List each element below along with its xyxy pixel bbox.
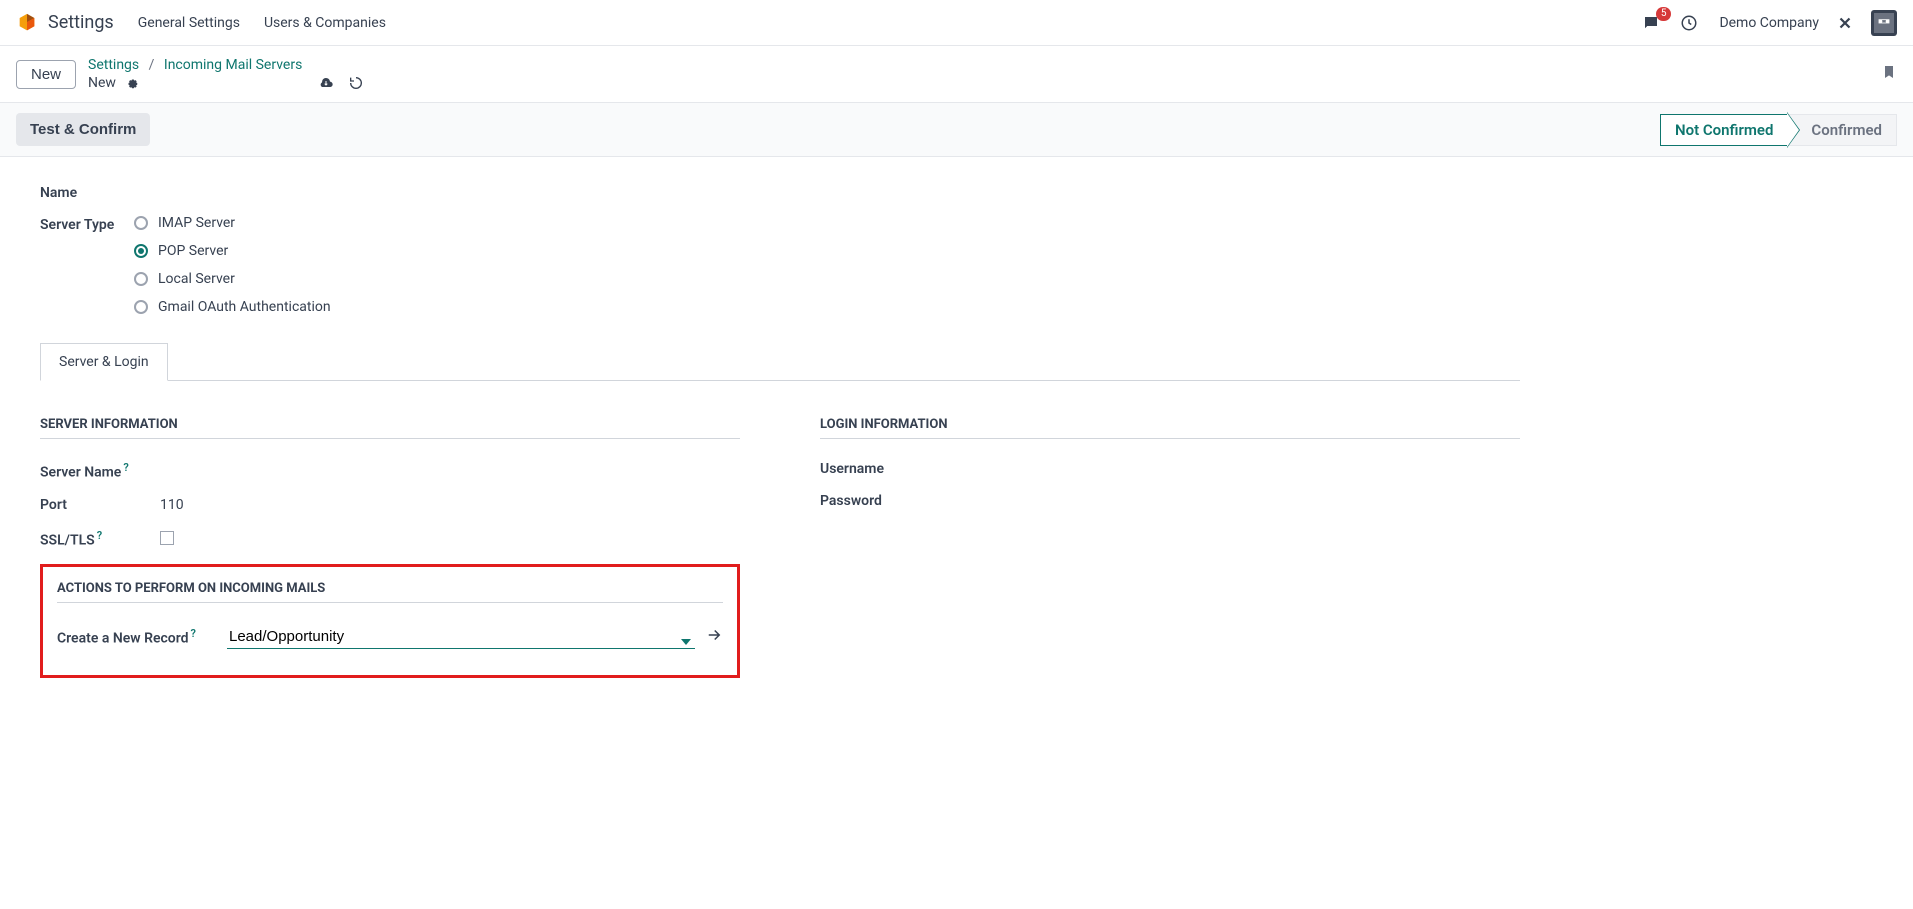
clock-icon[interactable] [1677, 11, 1701, 35]
help-icon[interactable]: ? [123, 461, 128, 474]
server-name-label: Server Name? [40, 461, 160, 481]
menu-general-settings[interactable]: General Settings [138, 15, 240, 31]
breadcrumb: Settings / Incoming Mail Servers New [88, 56, 364, 92]
radio-icon [134, 244, 148, 258]
arrow-right-icon[interactable] [705, 626, 723, 649]
help-icon[interactable]: ? [97, 529, 102, 542]
ssl-checkbox[interactable] [160, 531, 174, 545]
new-button[interactable]: New [16, 60, 76, 89]
radio-local[interactable]: Local Server [134, 271, 331, 287]
chevron-down-icon[interactable] [681, 631, 691, 649]
radio-pop[interactable]: POP Server [134, 243, 331, 259]
crumb-current: New [88, 74, 116, 92]
menu-users-companies[interactable]: Users & Companies [264, 15, 386, 31]
status-confirmed[interactable]: Confirmed [1788, 114, 1897, 146]
status-bar: Test & Confirm Not Confirmed Confirmed [0, 103, 1913, 157]
tabs: Server & Login [40, 343, 1520, 381]
messages-badge: 5 [1656, 7, 1672, 21]
actions-section-highlight: ACTIONS TO PERFORM ON INCOMING MAILS Cre… [40, 564, 740, 678]
bookmark-icon[interactable] [1881, 63, 1897, 85]
gear-icon[interactable] [124, 75, 140, 91]
status-track: Not Confirmed Confirmed [1660, 114, 1897, 146]
server-info-title: SERVER INFORMATION [40, 417, 740, 432]
crumb-incoming-mail-servers[interactable]: Incoming Mail Servers [164, 57, 302, 73]
help-icon[interactable]: ? [191, 627, 196, 640]
username-label: Username [820, 461, 940, 477]
radio-icon [134, 216, 148, 230]
login-info-title: LOGIN INFORMATION [820, 417, 1520, 432]
company-selector[interactable]: Demo Company [1719, 15, 1819, 31]
radio-gmail-oauth[interactable]: Gmail OAuth Authentication [134, 299, 331, 315]
port-value[interactable]: 110 [160, 497, 184, 513]
app-logo [16, 12, 38, 34]
tools-icon[interactable] [1833, 11, 1857, 35]
radio-icon [134, 272, 148, 286]
cloud-save-icon[interactable] [318, 75, 334, 91]
messages-icon[interactable]: 5 [1639, 11, 1663, 35]
password-label: Password [820, 493, 940, 509]
radio-imap[interactable]: IMAP Server [134, 215, 331, 231]
avatar[interactable] [1871, 10, 1897, 36]
top-nav: Settings General Settings Users & Compan… [0, 0, 1913, 46]
create-record-label: Create a New Record? [57, 627, 217, 647]
create-record-input[interactable] [229, 628, 671, 645]
server-type-label: Server Type [40, 215, 134, 233]
breadcrumb-bar: New Settings / Incoming Mail Servers New [0, 46, 1913, 103]
discard-icon[interactable] [348, 75, 364, 91]
tab-server-login[interactable]: Server & Login [40, 343, 168, 381]
status-not-confirmed[interactable]: Not Confirmed [1660, 114, 1788, 146]
form: Name Server Type IMAP Server POP Server … [0, 157, 1560, 738]
create-record-combo[interactable] [227, 625, 695, 649]
app-title[interactable]: Settings [48, 12, 114, 33]
name-label: Name [40, 183, 134, 201]
actions-title: ACTIONS TO PERFORM ON INCOMING MAILS [57, 581, 723, 596]
radio-icon [134, 300, 148, 314]
test-confirm-button[interactable]: Test & Confirm [16, 113, 150, 146]
crumb-settings[interactable]: Settings [88, 57, 139, 73]
port-label: Port [40, 497, 160, 513]
ssl-label: SSL/TLS? [40, 529, 160, 549]
